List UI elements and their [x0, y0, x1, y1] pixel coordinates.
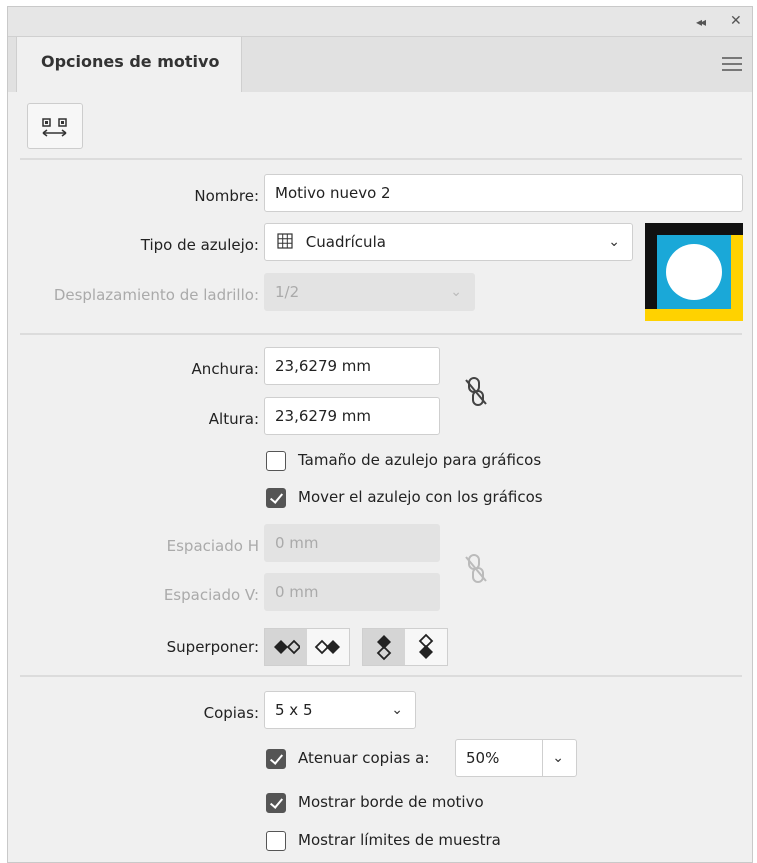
- atenuar-copias-label: Atenuar copias a:: [298, 749, 430, 767]
- overlap-bottom-front-button[interactable]: [405, 629, 447, 665]
- espaciado-h-input: 0 mm: [264, 524, 440, 562]
- overlap-top-front-icon: [376, 635, 392, 661]
- anchura-label: Anchura:: [191, 360, 259, 378]
- desplazamiento-value: 1/2: [275, 283, 300, 301]
- close-panel-icon[interactable]: ✕: [730, 13, 742, 29]
- atenuar-percent-select[interactable]: 50% ⌄: [455, 739, 577, 777]
- mostrar-limites-checkbox[interactable]: [266, 831, 286, 851]
- anchura-input[interactable]: 23,6279 mm: [264, 347, 440, 385]
- chevron-down-icon: ⌄: [391, 702, 403, 718]
- chevron-down-icon: ⌄: [608, 234, 620, 250]
- tipo-de-azulejo-label: Tipo de azulejo:: [140, 236, 259, 254]
- altura-input[interactable]: 23,6279 mm: [264, 397, 440, 435]
- copias-value: 5 x 5: [275, 701, 313, 719]
- nombre-label: Nombre:: [194, 187, 259, 205]
- panel-titlebar: ◂◂ ✕: [8, 7, 752, 37]
- tipo-de-azulejo-select[interactable]: Cuadrícula ⌄: [264, 223, 633, 261]
- overlap-left-front-button[interactable]: [265, 629, 307, 665]
- divider: [20, 158, 742, 160]
- divider: [20, 333, 742, 335]
- pattern-tile-tool-button[interactable]: [27, 103, 83, 149]
- pattern-tile-tool-icon: [42, 118, 67, 137]
- mover-azulejo-checkbox[interactable]: [266, 488, 286, 508]
- overlap-vertical-group: [362, 628, 448, 666]
- espaciado-h-label: Espaciado H: [166, 537, 259, 555]
- desplazamiento-label: Desplazamiento de ladrillo:: [53, 286, 259, 304]
- white-circle: [666, 244, 722, 300]
- copias-select[interactable]: 5 x 5 ⌄: [264, 691, 416, 729]
- grid-icon: [277, 233, 293, 249]
- pattern-preview-swatch: [645, 223, 743, 321]
- chevron-down-icon: ⌄: [450, 284, 462, 300]
- superponer-label: Superponer:: [166, 638, 259, 656]
- overlap-right-front-icon: [314, 639, 340, 655]
- overlap-right-front-button[interactable]: [307, 629, 349, 665]
- atenuar-percent-value: 50%: [466, 749, 500, 767]
- overlap-top-front-button[interactable]: [363, 629, 405, 665]
- tab-row: Opciones de motivo: [8, 37, 752, 92]
- panel-menu-icon[interactable]: [722, 57, 742, 75]
- nombre-input[interactable]: Motivo nuevo 2: [264, 174, 743, 212]
- mostrar-borde-checkbox[interactable]: [266, 793, 286, 813]
- pattern-options-panel: ◂◂ ✕ Opciones de motivo Nombre: Motivo n…: [7, 6, 753, 863]
- unlinked-chain-icon: [465, 554, 487, 583]
- overlap-horizontal-group: [264, 628, 350, 666]
- atenuar-copias-checkbox[interactable]: [266, 749, 286, 769]
- tab-opciones-de-motivo[interactable]: Opciones de motivo: [16, 37, 242, 92]
- overlap-left-front-icon: [274, 639, 300, 655]
- unlinked-chain-icon[interactable]: [463, 375, 489, 409]
- mover-azulejo-label: Mover el azulejo con los gráficos: [298, 488, 543, 506]
- tipo-de-azulejo-value: Cuadrícula: [305, 233, 386, 251]
- altura-label: Altura:: [208, 410, 259, 428]
- chevron-down-icon[interactable]: ⌄: [552, 740, 564, 776]
- divider: [20, 675, 742, 677]
- mostrar-limites-label: Mostrar límites de muestra: [298, 831, 501, 849]
- tamano-azulejo-label: Tamaño de azulejo para gráficos: [298, 451, 542, 469]
- collapse-panel-icon[interactable]: ◂◂: [696, 15, 706, 29]
- desplazamiento-select: 1/2 ⌄: [264, 273, 475, 311]
- espaciado-v-label: Espaciado V:: [163, 586, 259, 604]
- mostrar-borde-label: Mostrar borde de motivo: [298, 793, 484, 811]
- espaciado-v-input: 0 mm: [264, 573, 440, 611]
- overlap-bottom-front-icon: [418, 633, 434, 659]
- copias-label: Copias:: [203, 704, 259, 722]
- tamano-azulejo-checkbox[interactable]: [266, 451, 286, 471]
